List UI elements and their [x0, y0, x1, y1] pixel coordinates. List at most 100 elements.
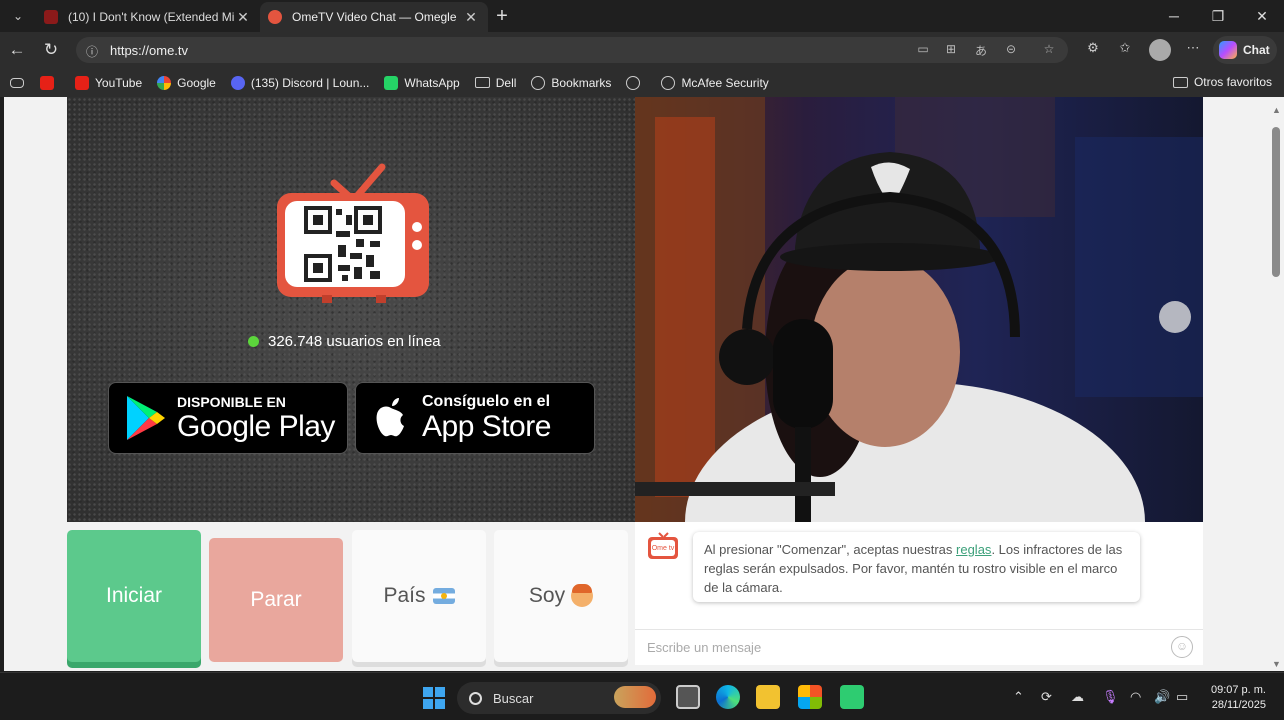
- task-view-icon[interactable]: [676, 685, 700, 709]
- bookmark-google[interactable]: Google: [157, 75, 216, 90]
- microsoft-store-icon[interactable]: [798, 685, 822, 709]
- tab-strip: ⌄ (10) I Don't Know (Extended Mix) ✕ Ome…: [0, 0, 1284, 32]
- partner-video-panel: 326.748 usuarios en línea DISPONIBLE EN …: [67, 97, 635, 522]
- battery-icon[interactable]: ▭: [1176, 689, 1188, 705]
- bookmark-whatsapp[interactable]: WhatsApp: [384, 75, 460, 90]
- refresh-icon[interactable]: ↻: [34, 32, 68, 68]
- tab-youtube[interactable]: (10) I Don't Know (Extended Mix) ✕: [36, 2, 260, 32]
- bookmark-youtube-shortcut[interactable]: [40, 75, 60, 90]
- system-clock[interactable]: 09:07 p. m. 28/11/2025: [1211, 683, 1266, 713]
- emoji-icon[interactable]: ☺: [1171, 636, 1193, 658]
- google-play-big: Google Play: [177, 409, 335, 443]
- camera-icon[interactable]: ▭: [914, 42, 932, 58]
- app-store-small: Consíguelo en el: [422, 392, 551, 410]
- favorites-icon[interactable]: ✩: [1114, 40, 1136, 60]
- bookmark-youtube[interactable]: YouTube: [75, 75, 142, 90]
- windows-start-icon[interactable]: [423, 687, 445, 709]
- copilot-icon: [1219, 41, 1237, 59]
- wifi-icon[interactable]: ◠: [1130, 689, 1141, 705]
- app-available-icon[interactable]: ⊞: [942, 42, 960, 58]
- folder-icon: [474, 77, 490, 88]
- edge-browser-icon[interactable]: [716, 685, 740, 709]
- chat-panel: Ome tv Al presionar "Comenzar", aceptas …: [635, 522, 1203, 665]
- camera-person-image: [635, 97, 1203, 522]
- ometv-chat-avatar-icon: Ome tv: [648, 532, 678, 559]
- bookmark-discord[interactable]: (135) Discord | Loun...: [230, 75, 369, 90]
- globe-icon: [531, 75, 546, 90]
- stop-button[interactable]: Parar: [209, 538, 343, 662]
- folder-icon: [1172, 76, 1188, 88]
- discord-icon: [230, 75, 245, 90]
- message-input[interactable]: Escribe un mensaje: [635, 629, 1203, 665]
- app-store-big: App Store: [422, 409, 551, 443]
- bookmark-bookmarks[interactable]: Bookmarks: [531, 75, 611, 90]
- search-icon: [469, 691, 482, 705]
- favorite-star-icon[interactable]: ☆: [1040, 42, 1058, 58]
- whatsapp-icon: [384, 75, 399, 90]
- google-play-icon: [127, 396, 165, 440]
- site-info-icon[interactable]: ⓘ: [86, 43, 100, 59]
- restore-icon[interactable]: ❐: [1196, 0, 1240, 32]
- extensions-icon[interactable]: ⚙: [1082, 40, 1104, 60]
- sync-icon[interactable]: ⟳: [1041, 689, 1052, 705]
- scroll-thumb[interactable]: [1272, 127, 1280, 277]
- google-play-small: DISPONIBLE EN: [177, 393, 286, 410]
- avatar[interactable]: [1149, 39, 1171, 61]
- tracking-icon[interactable]: ⊝: [1002, 42, 1020, 58]
- window-controls: ─ ❐ ✕: [1152, 0, 1284, 32]
- page-scrollbar[interactable]: ▲ ▼: [1268, 97, 1284, 671]
- globe-icon: [626, 75, 641, 90]
- app-icon[interactable]: [840, 685, 864, 709]
- chat-logo-text: Ome tv: [652, 545, 675, 552]
- close-tab-icon[interactable]: ✕: [234, 9, 252, 26]
- file-explorer-icon[interactable]: [756, 685, 780, 709]
- more-menu-icon[interactable]: ⋯: [1182, 40, 1204, 60]
- ometv-icon: [268, 10, 282, 24]
- windows-taskbar: Buscar ⌃ ⟳ ☁ 🎙 ◠ 🔊 ▭ 09:07 p. m. 28/11/2…: [0, 672, 1284, 720]
- youtube-icon: [40, 75, 54, 90]
- tab-actions-menu-icon[interactable]: ⌄: [0, 0, 36, 32]
- volume-icon[interactable]: 🔊: [1154, 689, 1170, 705]
- search-highlight-icon: [614, 686, 656, 708]
- online-status-dot: [248, 336, 259, 347]
- minimize-icon[interactable]: ─: [1152, 0, 1196, 32]
- boy-face-icon: [571, 584, 594, 607]
- bookmarks-bar: YouTube Google (135) Discord | Loun... W…: [0, 68, 1284, 97]
- address-bar[interactable]: ⓘ https://ome.tv ▭ ⊞ あ ⊝ ☆: [76, 37, 1068, 63]
- argentina-flag-icon: [432, 588, 455, 604]
- google-icon: [157, 75, 172, 90]
- back-icon[interactable]: ←: [0, 32, 34, 68]
- google-play-badge[interactable]: DISPONIBLE EN Google Play: [108, 382, 348, 454]
- collections-icon[interactable]: [10, 77, 24, 88]
- tab-title: (10) I Don't Know (Extended Mix): [68, 10, 234, 24]
- country-selector[interactable]: País: [352, 530, 486, 662]
- bookmark-dell[interactable]: Dell: [474, 76, 516, 90]
- translate-icon[interactable]: あ: [972, 42, 990, 58]
- apple-icon: [376, 398, 404, 437]
- online-users-count: 326.748 usuarios en línea: [248, 333, 441, 350]
- show-hidden-icons-icon[interactable]: ⌃: [1013, 689, 1024, 705]
- rules-link[interactable]: reglas: [956, 542, 991, 557]
- ometv-qr-logo[interactable]: [272, 161, 432, 311]
- bookmark-mcafee[interactable]: McAfee Security: [661, 75, 769, 90]
- gender-selector[interactable]: Soy: [494, 530, 628, 662]
- self-camera-video: [635, 97, 1203, 522]
- close-window-icon[interactable]: ✕: [1240, 0, 1284, 32]
- app-store-badge[interactable]: Consíguelo en el App Store: [355, 382, 595, 454]
- scroll-up-icon[interactable]: ▲: [1272, 105, 1281, 115]
- new-tab-button[interactable]: +: [488, 5, 516, 28]
- cloud-icon[interactable]: ☁: [1071, 689, 1084, 705]
- clock-time: 09:07 p. m.: [1210, 684, 1266, 696]
- start-button[interactable]: Iniciar: [67, 530, 201, 662]
- clock-date: 28/11/2025: [1211, 699, 1266, 711]
- tab-ometv[interactable]: OmeTV Video Chat — Omegle ✕: [260, 2, 488, 32]
- globe-icon: [661, 75, 676, 90]
- close-tab-icon[interactable]: ✕: [462, 9, 480, 26]
- copilot-chat-button[interactable]: Chat: [1213, 36, 1277, 64]
- other-favorites[interactable]: Otros favoritos: [1172, 75, 1272, 89]
- copilot-label: Chat: [1243, 43, 1270, 57]
- microphone-icon[interactable]: 🎙: [1102, 689, 1119, 705]
- message-placeholder: Escribe un mensaje: [647, 640, 762, 655]
- scroll-down-icon[interactable]: ▼: [1272, 659, 1281, 669]
- bookmark-globe[interactable]: [626, 75, 646, 90]
